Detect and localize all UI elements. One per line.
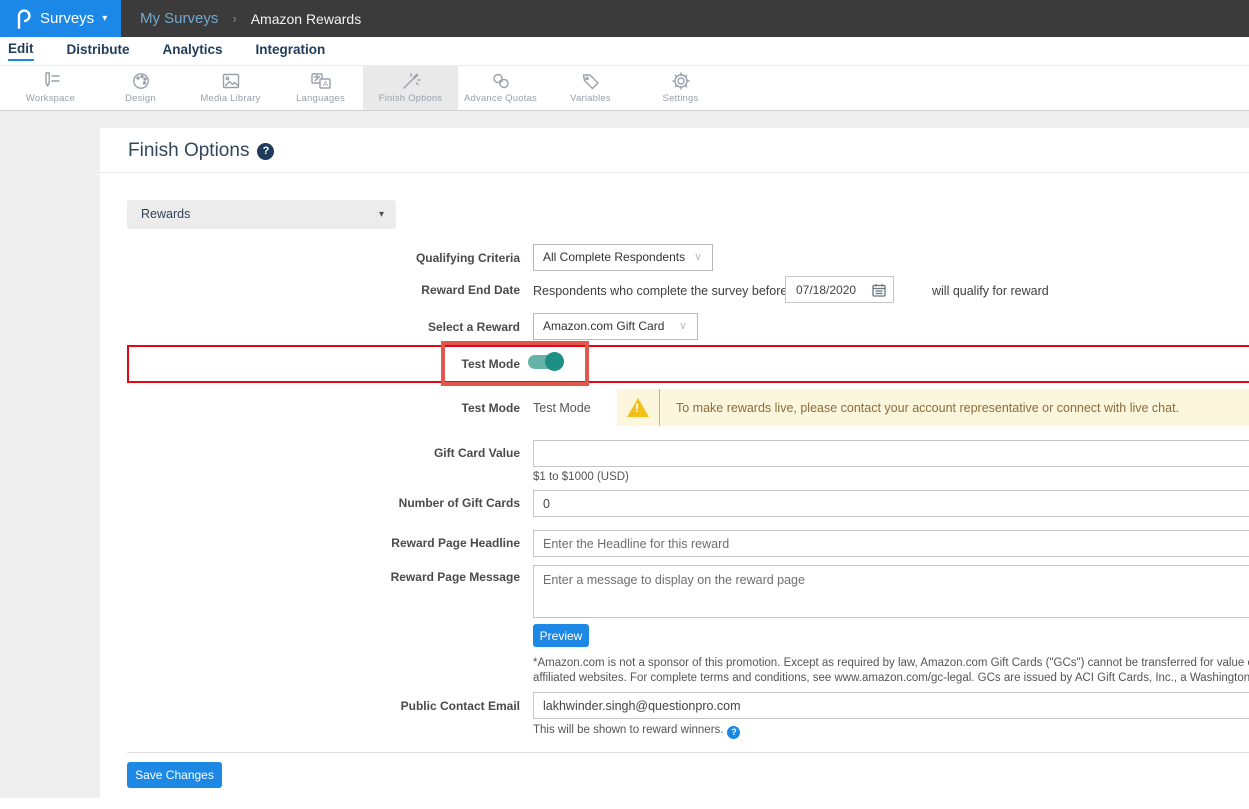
questionpro-logo-icon: [15, 8, 31, 30]
calendar-icon[interactable]: [872, 283, 886, 297]
toolbar-item-label: Variables: [570, 93, 611, 104]
email-help-icon[interactable]: ?: [727, 726, 740, 739]
tab-edit[interactable]: Edit: [8, 41, 34, 61]
toolbar-item-label: Finish Options: [379, 93, 443, 104]
number-of-gift-cards-input[interactable]: [533, 490, 1249, 517]
breadcrumb: My Surveys › Amazon Rewards: [140, 0, 361, 37]
disclaimer-line-2: affiliated websites. For complete terms …: [533, 671, 1249, 686]
qualifying-criteria-label: Qualifying Criteria: [220, 251, 520, 265]
svg-text:A: A: [323, 79, 328, 88]
select-reward-value: Amazon.com Gift Card: [543, 319, 664, 333]
reward-page-message-label: Reward Page Message: [220, 570, 520, 584]
reward-end-date-field: [785, 276, 894, 303]
advance-quotas-icon: [491, 72, 511, 90]
top-bar: Surveys ▾ My Surveys › Amazon Rewards: [0, 0, 1249, 37]
tab-distribute[interactable]: Distribute: [67, 42, 130, 60]
number-of-gift-cards-label: Number of Gift Cards: [220, 496, 520, 510]
toggle-knob: [545, 352, 564, 371]
reward-end-date-label: Reward End Date: [220, 283, 520, 297]
media-library-icon: [221, 72, 241, 90]
chevron-down-icon: ▾: [102, 13, 107, 24]
surveys-app-menu[interactable]: Surveys ▾: [0, 0, 121, 37]
reward-end-date-input[interactable]: [786, 277, 864, 302]
public-contact-email-label: Public Contact Email: [220, 699, 520, 713]
settings-icon: [671, 72, 691, 90]
preview-button[interactable]: Preview: [533, 624, 589, 647]
design-icon: [131, 72, 151, 90]
warning-text: To make rewards live, please contact you…: [660, 401, 1179, 415]
bottom-divider: [127, 752, 1249, 753]
test-mode-toggle-label: Test Mode: [220, 357, 520, 371]
gift-card-value-input[interactable]: [533, 440, 1249, 467]
rewards-section-dropdown[interactable]: Rewards ▾: [127, 200, 396, 229]
toolbar-item-label: Workspace: [26, 93, 75, 104]
public-contact-email-helper: This will be shown to reward winners.?: [533, 724, 740, 739]
variables-icon: [581, 72, 601, 90]
test-mode-status-value: Test Mode: [533, 401, 591, 415]
qualifying-criteria-value: All Complete Respondents: [543, 250, 685, 264]
select-reward-select[interactable]: Amazon.com Gift Card ∨: [533, 313, 698, 340]
breadcrumb-my-surveys[interactable]: My Surveys: [140, 10, 218, 27]
toolbar-item-label: Settings: [663, 93, 699, 104]
public-contact-email-input[interactable]: [533, 692, 1249, 719]
test-mode-warning-banner: To make rewards live, please contact you…: [617, 389, 1249, 426]
chevron-down-icon: ∨: [694, 245, 702, 270]
amazon-disclaimer: *Amazon.com is not a sponsor of this pro…: [533, 656, 1249, 686]
workspace-icon: [41, 72, 61, 90]
page-title: Finish Options?: [128, 140, 274, 162]
warning-icon-cell: [617, 389, 660, 426]
page-help-icon[interactable]: ?: [257, 143, 274, 160]
tab-analytics[interactable]: Analytics: [163, 42, 223, 60]
toolbar-item-finish-options[interactable]: Finish Options: [363, 66, 458, 110]
edit-toolbar: Workspace Design Media Library A Languag…: [0, 66, 1249, 111]
toolbar-item-media-library[interactable]: Media Library: [183, 66, 278, 110]
select-reward-label: Select a Reward: [220, 320, 520, 334]
toolbar-item-advance-quotas[interactable]: Advance Quotas: [453, 66, 548, 110]
test-mode-toggle[interactable]: [528, 355, 562, 369]
chevron-down-icon: ▾: [379, 200, 384, 229]
save-changes-button[interactable]: Save Changes: [127, 762, 222, 788]
toolbar-item-label: Advance Quotas: [464, 93, 537, 104]
toolbar-item-label: Design: [125, 93, 156, 104]
test-mode-status-label: Test Mode: [220, 401, 520, 415]
languages-icon: A: [310, 72, 332, 90]
reward-page-message-textarea[interactable]: [533, 565, 1249, 618]
gift-card-value-helper: $1 to $1000 (USD): [533, 471, 629, 483]
warning-triangle-icon: [627, 398, 649, 417]
qualifying-criteria-select[interactable]: All Complete Respondents ∨: [533, 244, 713, 271]
reward-end-date-prefix: Respondents who complete the survey befo…: [533, 284, 787, 298]
gift-card-value-label: Gift Card Value: [220, 446, 520, 460]
toolbar-item-languages[interactable]: A Languages: [273, 66, 368, 110]
title-divider: [100, 172, 1249, 173]
breadcrumb-current-survey: Amazon Rewards: [251, 11, 362, 27]
toolbar-item-label: Media Library: [200, 93, 260, 104]
reward-page-headline-input[interactable]: [533, 530, 1249, 557]
app-menu-label: Surveys: [40, 10, 94, 27]
toolbar-item-design[interactable]: Design: [93, 66, 188, 110]
toolbar-item-workspace[interactable]: Workspace: [3, 66, 98, 110]
disclaimer-line-1: *Amazon.com is not a sponsor of this pro…: [533, 656, 1249, 671]
rewards-section-dropdown-value: Rewards: [141, 207, 190, 221]
reward-end-date-suffix: will qualify for reward: [932, 284, 1049, 298]
toolbar-item-settings[interactable]: Settings: [633, 66, 728, 110]
finish-options-page: Surveys ▾ My Surveys › Amazon Rewards Ed…: [0, 0, 1249, 809]
toolbar-item-variables[interactable]: Variables: [543, 66, 638, 110]
toolbar-item-label: Languages: [296, 93, 345, 104]
tab-integration[interactable]: Integration: [256, 42, 326, 60]
breadcrumb-separator: ›: [232, 11, 236, 26]
main-nav-tabs: Edit Distribute Analytics Integration: [0, 37, 1249, 66]
chevron-down-icon: ∨: [679, 314, 687, 339]
reward-page-headline-label: Reward Page Headline: [220, 536, 520, 550]
finish-options-icon: [401, 72, 421, 90]
